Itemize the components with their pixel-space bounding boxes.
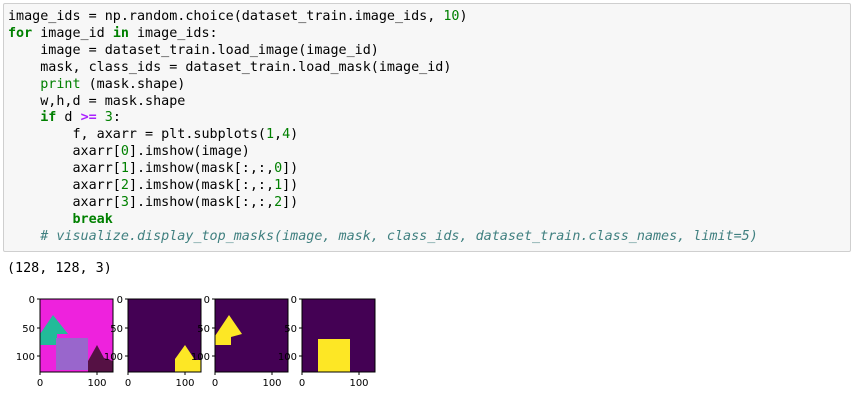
code-token: ]) [282,194,299,210]
code-token: ].imshow(mask[:,:, [128,161,275,177]
subplot-mask-2 [301,298,376,373]
code-line[interactable]: axarr[2].imshow(mask[:,:,1]) [8,178,298,193]
code-cell-input[interactable]: image_ids = np.random.choice(dataset_tra… [3,3,851,252]
ytick-label: 100 [16,352,35,363]
code-token: 1 [120,161,129,177]
code-token: : [112,110,121,126]
xtick-label: 0 [125,378,131,389]
code-token: ].imshow(image) [128,144,250,160]
ytick-label: 100 [278,352,297,363]
code-token: in [112,25,129,41]
code-line[interactable]: print (mask.shape) [8,77,185,92]
code-token: ) [290,127,299,143]
code-token: ].imshow(mask[:,:, [128,178,275,194]
code-token: image_id [32,25,113,41]
code-token: 0 [274,161,283,177]
ytick-label: 50 [284,324,297,335]
ytick-label: 100 [104,352,123,363]
xtick-label: 0 [37,378,43,389]
code-line[interactable]: for image_id in image_ids: [8,26,218,41]
xtick-label: 100 [87,378,106,389]
lavender-square-shape [56,338,88,370]
code-token: axarr[ [8,194,121,210]
code-token: 2 [120,178,129,194]
code-token: 3 [104,110,113,126]
xtick-label: 100 [349,378,368,389]
code-token: 10 [443,9,460,24]
code-token: image_ids = np.random.choice(dataset_tra… [8,9,444,24]
ytick-label: 50 [110,324,123,335]
code-token: axarr[ [8,178,121,194]
code-token: ]) [282,161,299,177]
code-token: image = dataset_train.load_image(image_i… [8,42,379,58]
xtick-label: 0 [212,378,218,389]
mask2-foreground [318,339,350,372]
code-token: 4 [282,127,291,143]
code-token: # visualize.display_top_masks(image, mas… [40,228,758,244]
subplot-image [39,298,114,373]
ytick-label: 0 [29,295,35,306]
ytick-label: 0 [204,295,210,306]
ytick-label: 0 [291,295,297,306]
code-line[interactable]: axarr[3].imshow(mask[:,:,2]) [8,195,298,210]
code-line[interactable]: f, axarr = plt.subplots(1,4) [8,127,298,142]
code-token: print [40,76,81,92]
code-token: w,h,d = mask.shape [8,93,186,109]
code-token: , [274,127,283,143]
code-token: ]) [282,178,299,194]
code-token: 2 [274,194,283,210]
cell-output-stdout: (128, 128, 3) [7,261,112,276]
code-token: ].imshow(mask[:,:, [128,194,275,210]
code-token: axarr[ [8,161,121,177]
code-line[interactable]: image = dataset_train.load_image(image_i… [8,43,379,58]
code-token: d [56,110,81,126]
code-token: 1 [265,127,275,143]
code-token: 3 [120,194,129,210]
code-token: (mask.shape) [80,76,186,92]
xtick-label: 0 [299,378,305,389]
code-token: 1 [274,178,283,194]
xtick-label: 100 [262,378,281,389]
code-token: f, axarr = plt.subplots( [8,127,266,143]
code-line[interactable]: break [8,212,113,227]
code-token: axarr[ [8,144,121,160]
ytick-label: 50 [22,324,35,335]
code-token: image_ids: [128,25,218,41]
code-token: break [72,211,113,227]
code-token: for [8,25,33,41]
ytick-label: 0 [117,295,123,306]
code-line[interactable]: if d >= 3: [8,110,121,125]
code-line[interactable]: image_ids = np.random.choice(dataset_tra… [8,9,468,24]
xtick-label: 100 [175,378,194,389]
code-line[interactable]: axarr[0].imshow(image) [8,144,250,160]
code-line[interactable]: mask, class_ids = dataset_train.load_mas… [8,60,451,75]
code-line[interactable]: axarr[1].imshow(mask[:,:,0]) [8,161,298,176]
code-token: if [40,110,57,126]
code-line[interactable]: # visualize.display_top_masks(image, mas… [8,229,758,244]
code-token: mask, class_ids = dataset_train.load_mas… [8,59,452,75]
code-token: ) [459,9,468,24]
matplotlib-figure: 0 50 100 0 100 0 50 100 0 100 0 50 100 0… [16,295,376,389]
ytick-label: 50 [197,324,210,335]
code-line[interactable]: w,h,d = mask.shape [8,94,185,109]
code-editor[interactable]: image_ids = np.random.choice(dataset_tra… [8,9,758,246]
ytick-label: 100 [191,352,210,363]
code-token: >= [80,110,97,126]
code-token: 0 [120,144,129,160]
